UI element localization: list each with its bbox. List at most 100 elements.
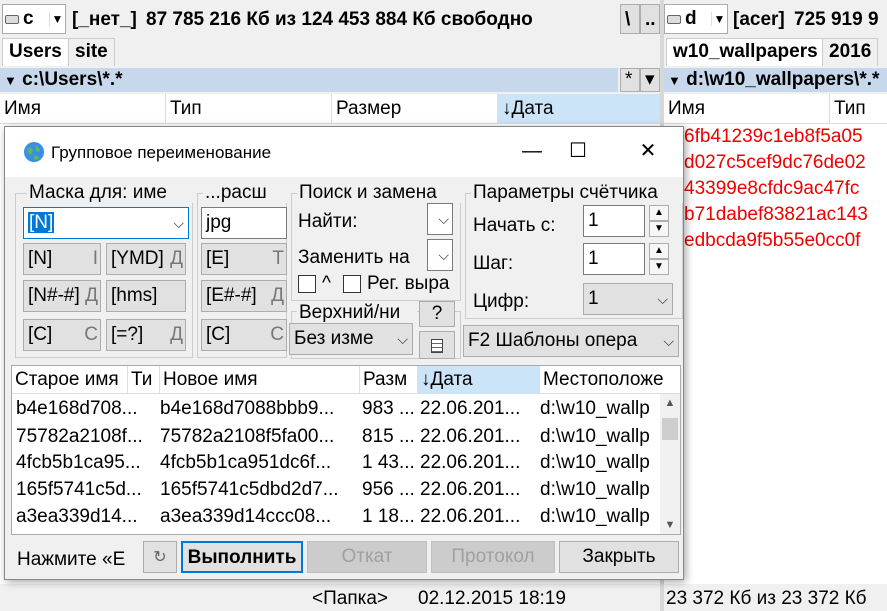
tab-site[interactable]: site	[68, 38, 115, 66]
undo-button[interactable]: Откат	[307, 541, 427, 573]
col-type[interactable]: Тип	[166, 94, 332, 124]
left-drive-select[interactable]: c ▼	[2, 4, 66, 34]
insert-ext-counter-button[interactable]: [C] С	[201, 319, 287, 351]
digits-select[interactable]: 1 ⌵	[583, 283, 673, 315]
right-column-header: Имя Тип	[664, 94, 887, 124]
preview-list-header: Старое имя Ти Новое имя Разм ↓Дата Место…	[12, 366, 680, 394]
refresh-button[interactable]: ↻	[143, 541, 177, 573]
insert-plugin-button[interactable]: [=?] Д	[106, 319, 186, 351]
insert-date-button[interactable]: [YMD] Д	[106, 243, 186, 275]
right-volume-label: [acer]	[733, 9, 785, 30]
log-button[interactable]: Протокол	[431, 541, 555, 573]
insert-counter-button[interactable]: [C] С	[23, 319, 101, 351]
preview-list[interactable]: Старое имя Ти Новое имя Разм ↓Дата Место…	[11, 365, 681, 535]
name-mask-value: [N]	[28, 212, 55, 233]
left-history-button[interactable]: ▾	[640, 68, 660, 92]
col-date[interactable]: ↓Дата	[498, 94, 660, 124]
cell-date: 22.06.201...	[420, 479, 521, 500]
mask-group-label: Маска для: име	[27, 183, 193, 203]
preview-scrollbar[interactable]: ▲ ▼	[660, 394, 680, 534]
tab-users[interactable]: Users	[2, 38, 69, 66]
templates-select[interactable]: F2 Шаблоны опера ⌵	[463, 325, 679, 357]
globe-icon	[24, 142, 44, 162]
list-item[interactable]: 43399e8cfdc9ac47fc	[684, 176, 887, 202]
insert-ext-button[interactable]: [E] Т	[201, 243, 287, 275]
close-button[interactable]: ✕	[625, 127, 671, 177]
btn-suffix: С	[270, 324, 284, 345]
name-mask-input[interactable]: [N] ⌵	[23, 207, 189, 239]
list-item[interactable]: b71dabef83821ac143	[684, 202, 887, 228]
btn-suffix: Д	[170, 324, 183, 345]
triangle-down-icon: ▼	[4, 73, 17, 88]
minimize-button[interactable]: —	[509, 127, 555, 177]
case-group-label: Верхний/ни	[297, 303, 417, 323]
list-item[interactable]: edbcda9f5b55e0cc0f	[684, 228, 887, 254]
execute-button[interactable]: Выполнить	[181, 541, 303, 573]
right-file-list[interactable]: 6fb41239c1eb8f5a05 d027c5cef9dc76de02 43…	[664, 124, 887, 584]
col-new-name[interactable]: Новое имя	[160, 366, 360, 394]
counter-group-label: Параметры счётчика	[471, 183, 683, 203]
chevron-down-icon: ▼	[49, 12, 65, 26]
scroll-thumb[interactable]	[662, 418, 678, 440]
caret-checkbox[interactable]	[298, 275, 316, 293]
right-path-bar: ▼ d:\w10_wallpapers\*.*	[664, 68, 887, 92]
col-date[interactable]: ↓Дата	[418, 366, 540, 394]
dialog-titlebar[interactable]: Групповое переименование — ☐ ✕	[5, 127, 683, 177]
maximize-button[interactable]: ☐	[555, 127, 601, 177]
tab-w10-wallpapers[interactable]: w10_wallpapers	[666, 38, 825, 66]
ext-mask-input[interactable]: jpg	[201, 207, 287, 239]
table-row[interactable]: 165f5741c5d... 165f5741c5dbd2d7... 956 .…	[12, 477, 658, 503]
col-location[interactable]: Местоположе	[540, 366, 680, 394]
insert-time-button[interactable]: [hms]	[106, 280, 186, 312]
btn-suffix: Т	[272, 248, 284, 269]
replace-label: Заменить на	[298, 247, 410, 268]
btn-suffix: I	[92, 248, 98, 269]
start-input[interactable]: 1	[583, 205, 645, 237]
start-spin-up[interactable]: ▲	[649, 205, 669, 221]
btn-label: [E]	[206, 248, 230, 269]
col-old-name[interactable]: Старое имя	[12, 366, 128, 394]
left-column-header: Имя Тип Размер ↓Дата	[0, 94, 660, 124]
regex-checkbox[interactable]	[343, 275, 361, 293]
list-item[interactable]: 6fb41239c1eb8f5a05	[684, 124, 887, 150]
insert-ext-range-button[interactable]: [E#-#] Д	[201, 280, 287, 312]
left-filter-button[interactable]: *	[620, 68, 640, 92]
tab-2016[interactable]: 2016	[822, 38, 879, 66]
replace-combo[interactable]: ⌵	[427, 239, 453, 271]
parent-dir-button[interactable]: ..	[640, 4, 660, 34]
col-name[interactable]: Имя	[0, 94, 166, 124]
table-row[interactable]: a3ea339d14... a3ea339d14ccc08... 1 18...…	[12, 504, 658, 530]
col-type[interactable]: Тип	[830, 94, 887, 124]
scroll-down-arrow-icon[interactable]: ▼	[660, 516, 680, 534]
table-row[interactable]: 75782a2108f... 75782a2108f5fa00... 815 .…	[12, 424, 658, 450]
step-spin-up[interactable]: ▲	[649, 243, 669, 259]
right-drive-select[interactable]: d ▼	[664, 4, 728, 34]
find-combo[interactable]: ⌵	[427, 203, 453, 235]
table-row[interactable]: 4fcb5b1ca95... 4fcb5b1ca951dc6f... 1 43.…	[12, 450, 658, 476]
list-item[interactable]: d027c5cef9dc76de02	[684, 150, 887, 176]
step-spin-down[interactable]: ▼	[649, 259, 669, 275]
col-type[interactable]: Ти	[128, 366, 160, 394]
col-name[interactable]: Имя	[664, 94, 830, 124]
cell-old: 165f5741c5d...	[16, 479, 142, 500]
editor-button[interactable]	[419, 331, 455, 359]
cell-old: a3ea339d14...	[16, 506, 138, 527]
table-row[interactable]: b4e168d708... b4e168d7088bbb9... 983 ...…	[12, 396, 658, 422]
case-select[interactable]: Без изме ⌵	[289, 323, 413, 355]
regex-label: Рег. выра	[367, 273, 450, 294]
col-size[interactable]: Размер	[332, 94, 498, 124]
left-path-bar: ▼ c:\Users\*.*	[0, 68, 618, 92]
step-input[interactable]: 1	[583, 243, 645, 275]
digits-label: Цифр:	[473, 291, 530, 312]
help-button[interactable]: ?	[419, 301, 455, 327]
btn-label: [YMD]	[111, 248, 164, 269]
scroll-up-arrow-icon[interactable]: ▲	[660, 394, 680, 412]
col-size[interactable]: Разм	[360, 366, 418, 394]
insert-name-button[interactable]: [N] I	[23, 243, 101, 275]
cell-new: b4e168d7088bbb9...	[160, 398, 335, 419]
start-spin-down[interactable]: ▼	[649, 221, 669, 237]
insert-name-range-button[interactable]: [N#-#] Д	[23, 280, 101, 312]
btn-label: [N]	[28, 248, 53, 269]
close-dialog-button[interactable]: Закрыть	[559, 541, 679, 573]
root-dir-button[interactable]: \	[620, 4, 640, 34]
